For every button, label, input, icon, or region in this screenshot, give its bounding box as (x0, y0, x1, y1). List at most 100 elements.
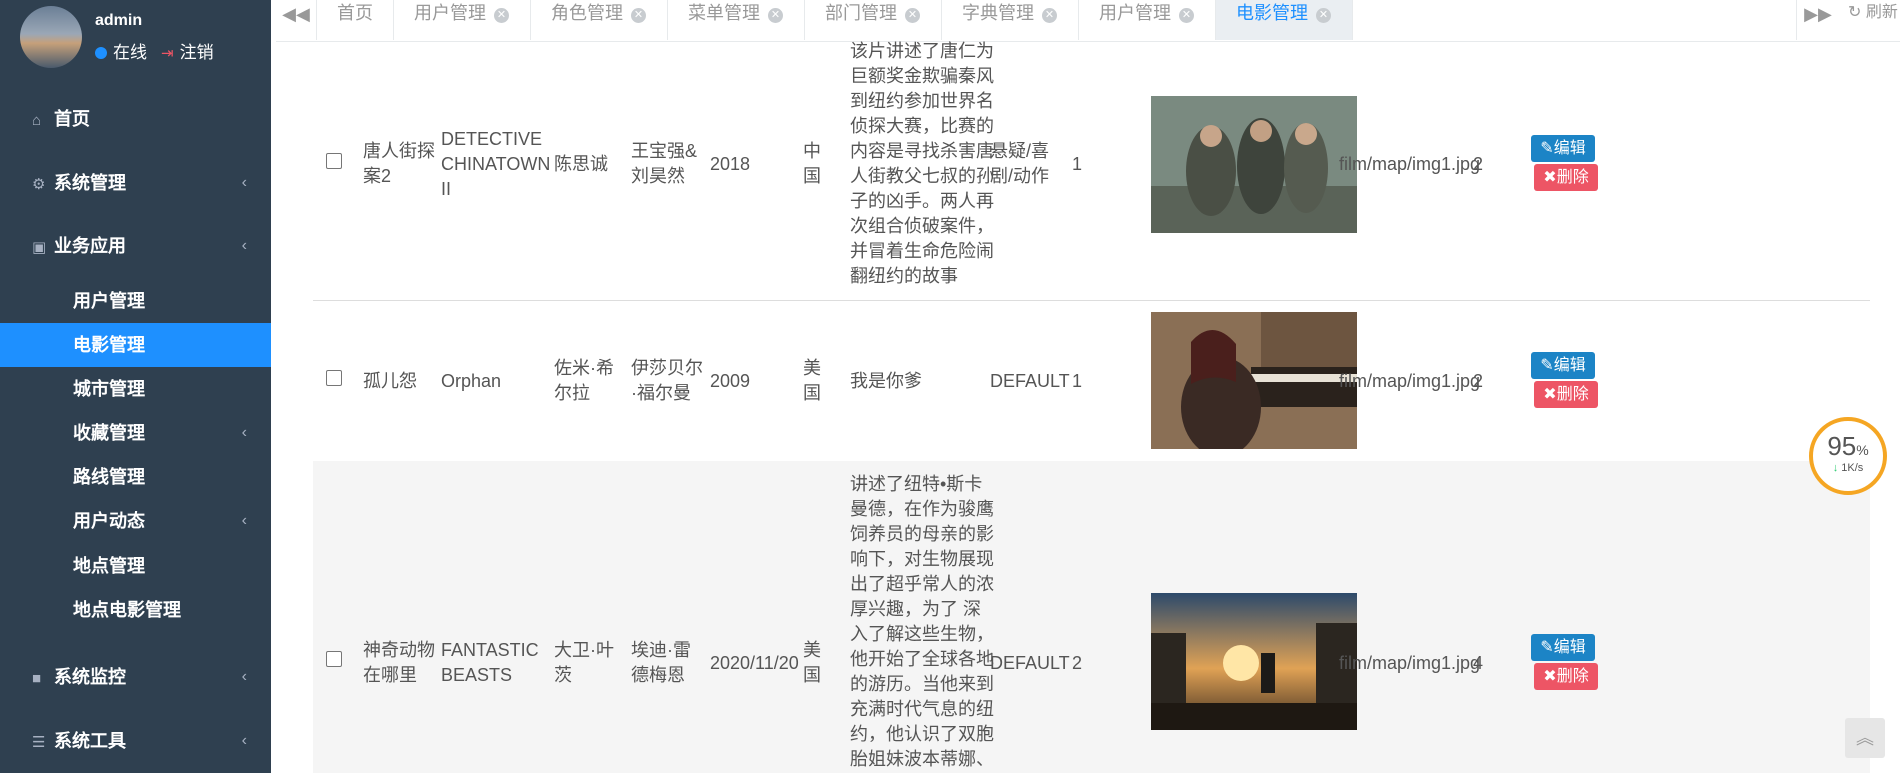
status-online: 在线 (113, 43, 147, 62)
logout-link[interactable]: 注销 (180, 43, 214, 62)
list-icon: ☰ (32, 734, 46, 751)
cell-description: 讲述了纽特•斯卡曼德，在作为骏鹰饲养员的母亲的影响下，对生物展现出了超乎常人的浓… (850, 474, 994, 769)
menu-system[interactable]: ⚙ 系统管理 ‹ (0, 161, 271, 205)
movie-poster-image (1151, 312, 1357, 449)
cell-title: 唐人街探案2 (363, 141, 435, 186)
network-speed-widget[interactable]: 95% ↓ 1K/s (1809, 417, 1887, 495)
cell-count: 4 (1473, 653, 1484, 673)
scroll-to-top-button[interactable]: ︽ (1845, 718, 1885, 758)
sidebar-item-routes[interactable]: 路线管理 (0, 455, 271, 499)
menu-tools[interactable]: ☰ 系统工具 ‹ (0, 719, 271, 763)
tab-home[interactable]: 首页 (317, 0, 394, 40)
tab-menu-management[interactable]: 菜单管理 ✕ (668, 0, 805, 40)
tabs-scroll-left-button[interactable]: ◀◀ (276, 0, 317, 40)
cell-genre: DEFAULT (990, 653, 1070, 673)
briefcase-icon: ▣ (32, 239, 47, 256)
chevron-left-icon: ‹ (241, 174, 247, 191)
cell-director: 佐米·希尔拉 (554, 358, 614, 403)
table-row: 孤儿怨 Orphan 佐米·希尔拉 伊莎贝尔·福尔曼 2009 美国 我是你爹 … (313, 300, 1870, 462)
user-panel: admin 在线 ⇥ 注销 (20, 6, 260, 76)
edit-button[interactable]: ✎编辑 (1531, 634, 1595, 661)
close-icon[interactable]: ✕ (1316, 8, 1331, 23)
close-icon[interactable]: ✕ (1042, 8, 1057, 23)
row-checkbox[interactable] (326, 370, 342, 386)
delete-icon: ✖ (1543, 668, 1557, 685)
tab-user-management-2[interactable]: 用户管理 ✕ (1079, 0, 1216, 40)
gear-icon: ⚙ (32, 176, 46, 193)
cell-genre: DEFAULT (990, 371, 1070, 391)
sidebar-item-places[interactable]: 地点管理 (0, 544, 271, 588)
tab-bar: ◀◀ 首页 用户管理 ✕ 角色管理 ✕ 菜单管理 ✕ 部门管理 ✕ 字典管理 ✕ 用户管理… (276, 0, 1900, 42)
row-checkbox[interactable] (326, 651, 342, 667)
home-icon: ⌂ (32, 112, 42, 129)
refresh-icon: ↻ (1848, 4, 1862, 21)
sidebar-item-user-activity[interactable]: 用户动态 ‹ (0, 499, 271, 543)
sidebar-item-favorites[interactable]: 收藏管理 ‹ (0, 411, 271, 455)
movie-table: 唐人街探案2 DETECTIVE CHINATOWN II 陈思诚 王宝强&刘昊… (276, 41, 1900, 773)
edit-button[interactable]: ✎编辑 (1531, 352, 1595, 379)
avatar[interactable] (20, 6, 82, 68)
chevron-left-icon: ‹ (241, 668, 247, 685)
tab-movie-management[interactable]: 电影管理 ✕ (1216, 0, 1353, 40)
delete-icon: ✖ (1543, 169, 1557, 186)
tab-dept-management[interactable]: 部门管理 ✕ (805, 0, 942, 40)
menu-business[interactable]: ▣ 业务应用 ‹ (0, 224, 271, 268)
cell-date: 2009 (710, 371, 751, 391)
menu-monitor[interactable]: ■ 系统监控 ‹ (0, 655, 271, 699)
cell-actors: 埃迪·雷德梅恩 (631, 640, 691, 685)
edit-icon: ✎ (1540, 639, 1554, 656)
tab-dict-management[interactable]: 字典管理 ✕ (942, 0, 1079, 40)
close-icon[interactable]: ✕ (905, 8, 920, 23)
tabs-scroll-right-button[interactable]: ▶▶ (1796, 0, 1839, 40)
delete-button[interactable]: ✖删除 (1534, 381, 1598, 408)
table-row: 神奇动物在哪里 FANTASTIC BEASTS 大卫·叶茨 埃迪·雷德梅恩 2… (313, 461, 1870, 773)
sidebar-item-movies[interactable]: 电影管理 (0, 323, 271, 367)
user-name: admin (95, 12, 143, 29)
cell-english-title: FANTASTIC BEASTS (441, 640, 539, 685)
online-dot-icon (95, 47, 107, 59)
cell-count: 2 (1473, 154, 1484, 174)
cell-region: 中国 (803, 141, 821, 186)
tab-role-management[interactable]: 角色管理 ✕ (531, 0, 668, 40)
menu-home[interactable]: ⌂ 首页 (0, 97, 271, 141)
cell-description: 该片讲述了唐仁为巨额奖金欺骗秦风到纽约参加世界名侦探大赛，比赛的内容是寻找杀害唐… (850, 41, 994, 286)
edit-button[interactable]: ✎编辑 (1531, 135, 1595, 162)
cell-genre: 悬疑/喜剧/动作 (990, 141, 1050, 186)
close-icon[interactable]: ✕ (768, 8, 783, 23)
speed-rate: ↓ 1K/s (1832, 462, 1864, 474)
cell-director: 大卫·叶茨 (554, 640, 614, 685)
delete-button[interactable]: ✖删除 (1534, 663, 1598, 690)
chevron-left-icon: ‹ (241, 424, 247, 441)
close-icon[interactable]: ✕ (494, 8, 509, 23)
delete-icon: ✖ (1543, 386, 1557, 403)
cell-title: 神奇动物在哪里 (363, 640, 435, 685)
sidebar-item-users[interactable]: 用户管理 (0, 279, 271, 323)
cell-actors: 伊莎贝尔·福尔曼 (631, 358, 703, 403)
sidebar-item-place-movies[interactable]: 地点电影管理 (0, 588, 271, 632)
video-camera-icon: ■ (32, 670, 42, 687)
sidebar-item-cities[interactable]: 城市管理 (0, 367, 271, 411)
table-row: 唐人街探案2 DETECTIVE CHINATOWN II 陈思诚 王宝强&刘昊… (313, 41, 1870, 301)
logout-icon[interactable]: ⇥ (161, 45, 174, 62)
movie-poster-image (1151, 593, 1357, 730)
download-arrow-icon: ↓ (1832, 462, 1839, 474)
double-chevron-right-icon: ▶▶ (1804, 4, 1832, 24)
tab-user-management[interactable]: 用户管理 ✕ (394, 0, 531, 40)
refresh-button[interactable]: ↻ 刷新 (1848, 0, 1898, 40)
delete-button[interactable]: ✖删除 (1534, 164, 1598, 191)
user-status: 在线 ⇥ 注销 (95, 38, 214, 63)
close-icon[interactable]: ✕ (631, 8, 646, 23)
row-checkbox[interactable] (326, 153, 342, 169)
cell-description: 我是你爹 (850, 371, 922, 391)
speed-percent: 95% (1827, 431, 1869, 461)
edit-icon: ✎ (1540, 357, 1554, 374)
close-icon[interactable]: ✕ (1179, 8, 1194, 23)
cell-actors: 王宝强&刘昊然 (631, 141, 698, 186)
cell-number: 1 (1072, 371, 1083, 391)
cell-image-path: film/map/img1.jpg (1339, 154, 1481, 174)
cell-number: 1 (1072, 154, 1083, 174)
cell-count: 2 (1473, 371, 1484, 391)
chevron-left-icon: ‹ (241, 732, 247, 749)
cell-number: 2 (1072, 653, 1083, 673)
cell-director: 陈思诚 (554, 154, 608, 174)
